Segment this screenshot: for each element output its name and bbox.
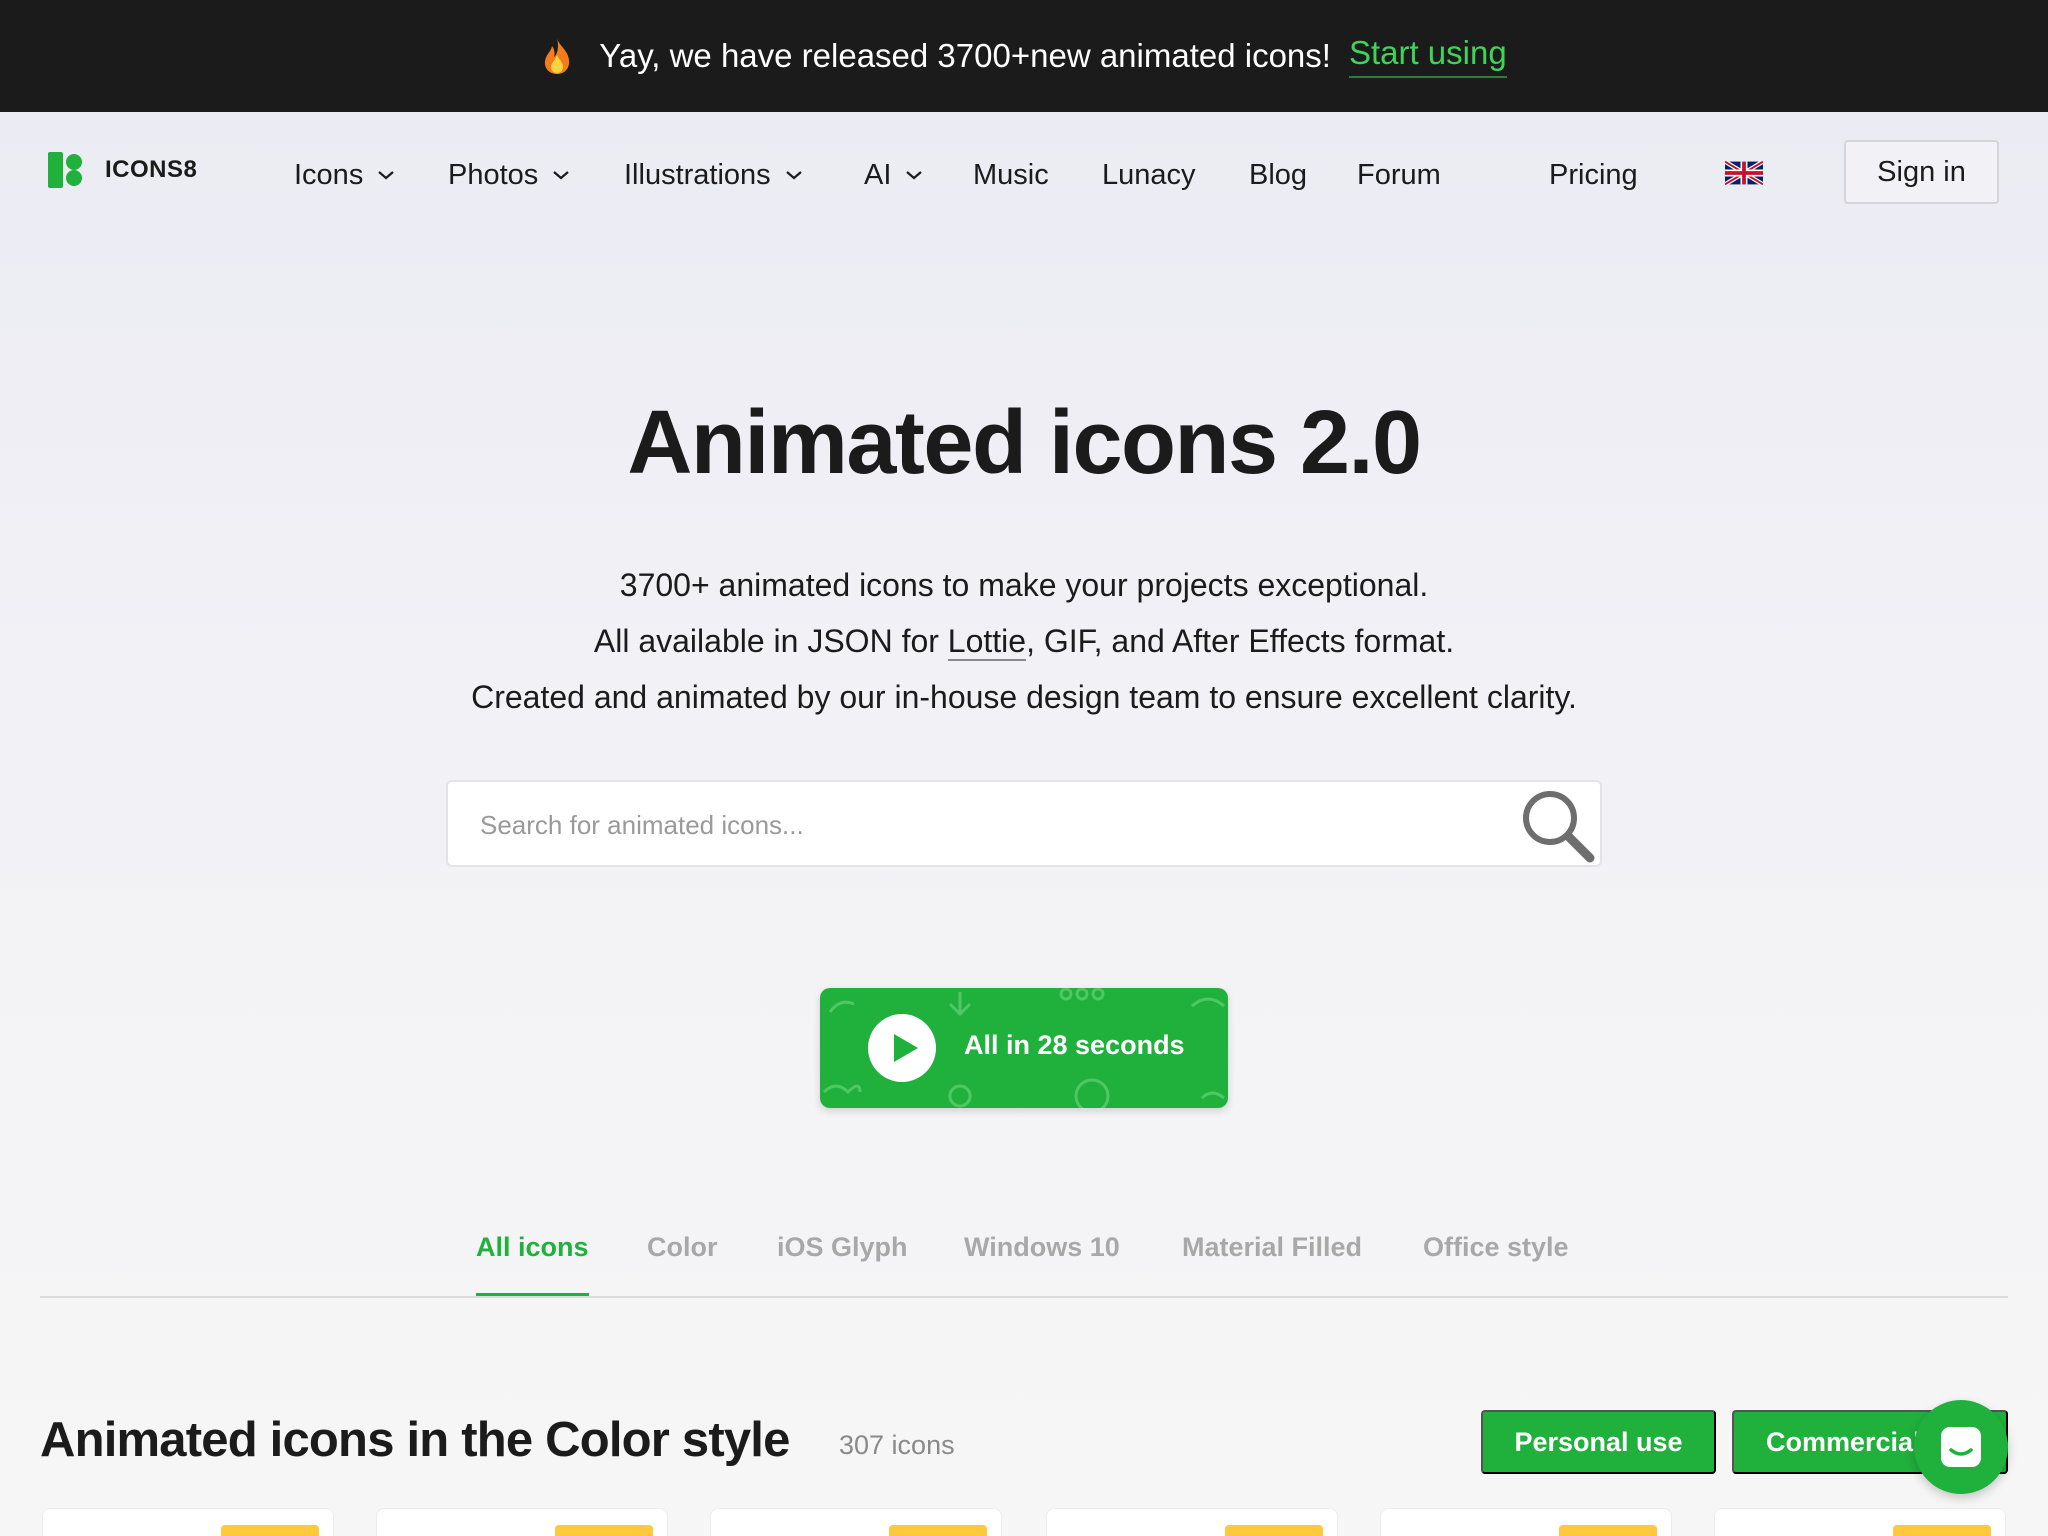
tab-color[interactable]: Color <box>647 1232 718 1298</box>
tab-ios-glyph[interactable]: iOS Glyph <box>777 1232 908 1298</box>
chevron-down-icon <box>905 169 923 181</box>
tabs-divider <box>40 1296 2008 1298</box>
icon-card-badge <box>1559 1525 1657 1536</box>
chat-icon <box>1941 1427 1981 1467</box>
search-box <box>446 780 1602 867</box>
search-input[interactable] <box>480 804 1480 846</box>
lottie-link[interactable]: Lottie <box>947 623 1027 661</box>
nav-item-lunacy[interactable]: Lunacy <box>1102 150 1196 200</box>
nav-item-pricing[interactable]: Pricing <box>1549 150 1638 200</box>
nav-item-forum[interactable]: Forum <box>1357 150 1441 200</box>
icon-card[interactable] <box>42 1508 334 1536</box>
fire-icon <box>541 37 573 75</box>
chevron-down-icon <box>377 169 395 181</box>
logo-text: ICONS8 <box>105 156 198 183</box>
icons8-logo-icon <box>48 152 82 188</box>
tab-all-icons[interactable]: All icons <box>476 1232 589 1298</box>
icon-card-badge <box>221 1525 319 1536</box>
nav-item-photos[interactable]: Photos <box>448 150 570 200</box>
icon-card-badge <box>1225 1525 1323 1536</box>
nav-item-label: Blog <box>1249 158 1308 191</box>
icon-card[interactable] <box>1380 1508 1672 1536</box>
chevron-down-icon <box>785 169 803 181</box>
uk-flag-icon[interactable] <box>1725 161 1763 185</box>
tab-label: All icons <box>476 1232 589 1262</box>
icon-card[interactable] <box>376 1508 668 1536</box>
icon-card-badge <box>889 1525 987 1536</box>
nav-item-label: AI <box>864 158 892 191</box>
logo[interactable]: ICONS8 <box>48 152 197 188</box>
nav-item-label: Pricing <box>1549 158 1638 191</box>
chevron-down-icon <box>552 169 570 181</box>
tab-label: Color <box>647 1232 718 1262</box>
tab-material-filled[interactable]: Material Filled <box>1182 1232 1362 1298</box>
hero-description: 3700+ animated icons to make your projec… <box>0 557 2048 725</box>
icon-card-badge <box>1893 1525 1991 1536</box>
announcement-text: Yay, we have released 3700+new animated … <box>599 37 1331 74</box>
hero-line-2-text: All available in JSON for <box>593 623 948 659</box>
icon-count: 307 icons <box>839 1430 955 1460</box>
nav-item-label: Forum <box>1357 158 1441 191</box>
nav-item-label: Music <box>973 158 1049 191</box>
nav-item-label: Lunacy <box>1102 158 1196 191</box>
page-title: Animated icons 2.0 <box>627 393 1422 493</box>
nav-item-music[interactable]: Music <box>973 150 1049 200</box>
hero-line-3: Created and animated by our in-house des… <box>471 679 1577 715</box>
site-header: ICONS8 Icons Photos Illustrations AI Mus… <box>0 112 2048 232</box>
personal-use-button[interactable]: Personal use <box>1481 1410 1716 1474</box>
tab-windows-10[interactable]: Windows 10 <box>964 1232 1120 1298</box>
icon-card[interactable] <box>1046 1508 1338 1536</box>
tab-label: Windows 10 <box>964 1232 1120 1262</box>
search-icon[interactable] <box>1510 778 1604 872</box>
tab-label: iOS Glyph <box>777 1232 908 1262</box>
nav-item-blog[interactable]: Blog <box>1249 150 1307 200</box>
watch-video-button[interactable]: All in 28 seconds <box>820 988 1228 1108</box>
nav-item-illustrations[interactable]: Illustrations <box>624 150 803 200</box>
icon-card[interactable] <box>1714 1508 2006 1536</box>
nav-item-label: Illustrations <box>624 158 771 191</box>
video-button-label: All in 28 seconds <box>964 1030 1185 1060</box>
chat-button[interactable] <box>1914 1400 2008 1494</box>
start-using-link[interactable]: Start using <box>1348 34 1507 78</box>
hero-line-1: 3700+ animated icons to make your projec… <box>619 567 1429 603</box>
section-title: Animated icons in the Color style <box>40 1413 790 1467</box>
sign-in-button[interactable]: Sign in <box>1844 140 1999 204</box>
tab-label: Material Filled <box>1182 1232 1363 1262</box>
icon-card[interactable] <box>710 1508 1002 1536</box>
nav-item-label: Icons <box>294 158 364 191</box>
nav-item-label: Photos <box>448 158 539 191</box>
hero-line-2: All available in JSON for Lottie, GIF, a… <box>0 613 2048 669</box>
tab-office-style[interactable]: Office style <box>1423 1232 1569 1298</box>
nav-item-ai[interactable]: AI <box>864 150 923 200</box>
hero-line-2-text-end: , GIF, and After Effects format. <box>1026 623 1455 659</box>
nav-item-icons[interactable]: Icons <box>294 150 395 200</box>
icon-card-badge <box>555 1525 653 1536</box>
play-icon <box>868 1014 936 1082</box>
announcement-bar: Yay, we have released 3700+new animated … <box>0 0 2048 112</box>
style-tabs: All icons Color iOS Glyph Windows 10 Mat… <box>0 1232 2048 1298</box>
tab-label: Office style <box>1423 1232 1569 1262</box>
